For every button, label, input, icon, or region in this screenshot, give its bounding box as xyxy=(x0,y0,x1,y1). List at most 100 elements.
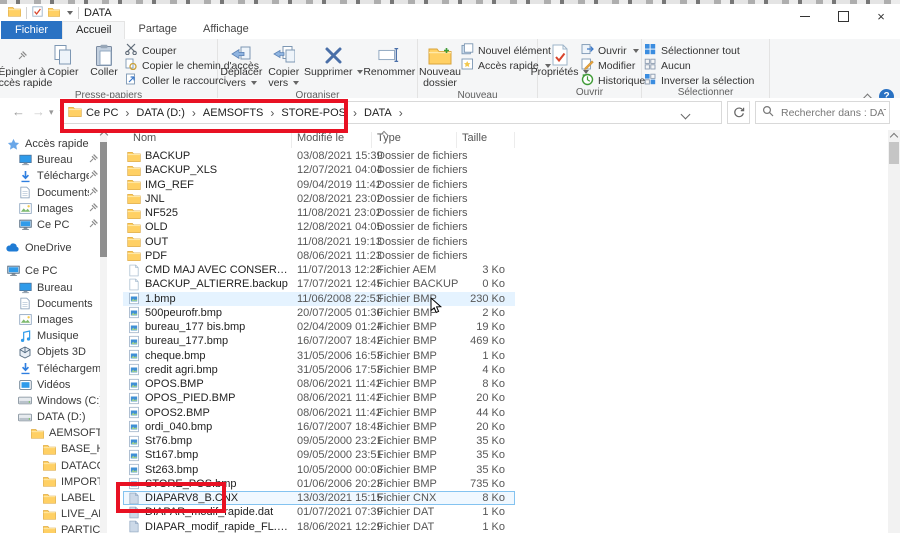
selectionner-tout-button[interactable]: Sélectionner tout xyxy=(644,44,754,57)
sidebar-item-particulari[interactable]: PARTICULARI xyxy=(0,522,100,533)
selectnone-icon xyxy=(644,58,657,73)
table-row[interactable]: BACKUP_ALTIERRE.backup 17/07/2021 12:45 … xyxy=(123,277,515,291)
column-header-nom[interactable]: Nom xyxy=(133,132,156,144)
new-folder-icon[interactable] xyxy=(48,7,60,20)
filelist-scrollbar-thumb[interactable] xyxy=(889,142,899,164)
table-row[interactable]: bureau_177 bis.bmp 02/04/2009 01:24 Fich… xyxy=(123,320,515,334)
copier-vers-button[interactable]: Copiervers xyxy=(264,42,304,90)
column-header-modifie[interactable]: Modifié le xyxy=(297,132,344,144)
table-row[interactable]: JNL 02/08/2021 23:02 Dossier de fichiers xyxy=(123,192,515,206)
file-size: 8 Ko xyxy=(457,492,507,504)
sidebar-item-musique[interactable]: Musique xyxy=(0,328,100,344)
table-row[interactable]: OPOS2.BMP 08/06/2021 11:42 Fichier BMP 4… xyxy=(123,406,515,420)
sidebar-item-documents[interactable]: Documents xyxy=(0,296,100,312)
file-name: 500peurofr.bmp xyxy=(145,307,297,319)
back-button[interactable]: ← xyxy=(12,104,25,119)
chevron-down-icon[interactable] xyxy=(67,11,73,15)
refresh-button[interactable] xyxy=(727,101,750,124)
tab-affichage[interactable]: Affichage xyxy=(190,21,262,39)
search-input[interactable] xyxy=(779,106,888,120)
sidebar-item-images[interactable]: Images xyxy=(0,201,100,217)
sidebar-scrollbar-thumb[interactable] xyxy=(100,142,107,257)
table-row[interactable]: OPOS_PIED.BMP 08/06/2021 11:42 Fichier B… xyxy=(123,391,515,405)
sidebar-item-aemsofts[interactable]: AEMSOFTS xyxy=(0,425,100,441)
sidebar-item-data-d[interactable]: DATA (D:) xyxy=(0,409,100,425)
column-header-taille[interactable]: Taille xyxy=(462,132,487,144)
table-row[interactable]: PDF 08/06/2021 11:23 Dossier de fichiers xyxy=(123,249,515,263)
table-row[interactable]: 1.bmp 11/06/2008 22:53 Fichier BMP 230 K… xyxy=(123,292,515,306)
close-icon: × xyxy=(877,10,885,23)
moveto-icon xyxy=(230,43,252,67)
sidebar-item-ce-pc[interactable]: Ce PC xyxy=(0,217,100,233)
tab-accueil[interactable]: Accueil xyxy=(62,21,125,39)
forward-button[interactable]: → xyxy=(32,104,45,119)
sidebar-item-documents[interactable]: Documents xyxy=(0,185,100,201)
breadcrumb-data[interactable]: DATA xyxy=(360,107,396,119)
supprimer-button[interactable]: Supprimer xyxy=(305,42,363,79)
tab-partage[interactable]: Partage xyxy=(125,21,190,39)
bmp-icon xyxy=(123,349,145,362)
recent-locations-icon[interactable]: ▾ xyxy=(49,107,54,118)
nouveau-dossier-button[interactable]: Nouveaudossier xyxy=(420,42,460,90)
sidebar-item-onedrive[interactable]: OneDrive xyxy=(0,240,100,256)
bmp-icon xyxy=(123,406,145,419)
tab-fichier[interactable]: Fichier xyxy=(1,21,62,39)
sidebar-item-videos[interactable]: Vidéos xyxy=(0,377,100,393)
sidebar-item-windows-c[interactable]: Windows (C:) xyxy=(0,393,100,409)
table-row[interactable]: DIAPAR_modif_rapide_FL.dat 18/06/2021 12… xyxy=(123,520,515,534)
properties-check-icon[interactable] xyxy=(32,6,43,20)
table-row[interactable]: OUT 11/08/2021 19:13 Dossier de fichiers xyxy=(123,235,515,249)
renommer-button[interactable]: Renommer xyxy=(364,42,415,79)
sidebar-item-datacollec[interactable]: DATACOLLEC xyxy=(0,458,100,474)
sidebar-item-acces-rapide[interactable]: Accès rapide xyxy=(0,136,100,152)
table-row[interactable]: ordi_040.bmp 16/07/2007 18:43 Fichier BM… xyxy=(123,420,515,434)
table-row[interactable]: NF525 11/08/2021 23:02 Dossier de fichie… xyxy=(123,206,515,220)
sidebar-item-ce-pc[interactable]: Ce PC xyxy=(0,263,100,279)
table-row[interactable]: credit agri.bmp 31/05/2006 17:53 Fichier… xyxy=(123,363,515,377)
bmp-icon xyxy=(123,420,145,433)
table-row[interactable]: BACKUP_XLS 12/07/2021 04:04 Dossier de f… xyxy=(123,163,515,177)
table-row[interactable]: St167.bmp 09/05/2000 23:51 Fichier BMP 3… xyxy=(123,448,515,462)
rename-icon xyxy=(378,43,400,67)
sidebar-item-base-hf[interactable]: BASE_HF xyxy=(0,441,100,457)
table-row[interactable]: St263.bmp 10/05/2000 00:03 Fichier BMP 3… xyxy=(123,463,515,477)
table-row[interactable]: cheque.bmp 31/05/2006 16:53 Fichier BMP … xyxy=(123,349,515,363)
table-row[interactable]: IMG_REF 09/04/2019 11:42 Dossier de fich… xyxy=(123,178,515,192)
table-row[interactable]: OLD 12/08/2021 04:05 Dossier de fichiers xyxy=(123,220,515,234)
desktop-icon xyxy=(18,281,32,294)
sidebar-item-images[interactable]: Images xyxy=(0,312,100,328)
mouse-cursor xyxy=(430,297,442,314)
epingler-a-acces-rapide-button[interactable]: Épingler àAccès rapide xyxy=(2,42,42,90)
table-row[interactable]: OPOS.BMP 08/06/2021 11:42 Fichier BMP 8 … xyxy=(123,377,515,391)
scroll-up-icon[interactable] xyxy=(890,133,898,141)
search-box[interactable] xyxy=(755,101,890,124)
table-row[interactable]: St76.bmp 09/05/2000 23:21 Fichier BMP 35… xyxy=(123,434,515,448)
copier-button[interactable]: Copier xyxy=(43,42,83,79)
modifier-button[interactable]: Modifier xyxy=(581,59,645,72)
ouvrir-button[interactable]: Ouvrir xyxy=(581,44,645,57)
address-dropdown-icon[interactable] xyxy=(681,110,691,120)
inverser-la-selection-button[interactable]: Inverser la sélection xyxy=(644,74,754,87)
sidebar-item-telechargements[interactable]: Téléchargements xyxy=(0,360,100,376)
proprietes-button[interactable]: Propriétés xyxy=(540,42,580,79)
coller-button[interactable]: Coller xyxy=(84,42,124,79)
table-row[interactable]: BACKUP 03/08/2021 15:39 Dossier de fichi… xyxy=(123,149,515,163)
sidebar-item-label[interactable]: LABEL xyxy=(0,490,100,506)
aucun-button[interactable]: Aucun xyxy=(644,59,754,72)
table-row[interactable]: bureau_177.bmp 16/07/2007 18:42 Fichier … xyxy=(123,334,515,348)
sidebar-item-telechargeme[interactable]: Téléchargeme xyxy=(0,168,100,184)
file-modified: 01/06/2006 20:23 xyxy=(297,478,377,490)
sidebar-item-objets-3d[interactable]: Objets 3D xyxy=(0,344,100,360)
sidebar-item-importauto[interactable]: IMPORTAUTO xyxy=(0,474,100,490)
table-row[interactable]: 500peurofr.bmp 20/07/2005 01:30 Fichier … xyxy=(123,306,515,320)
filelist-scrollbar[interactable] xyxy=(888,130,900,533)
sidebar-scrollbar[interactable] xyxy=(100,130,107,533)
historique-button[interactable]: Historique xyxy=(581,74,645,87)
sidebar-item-bureau[interactable]: Bureau xyxy=(0,152,100,168)
file-name: bureau_177 bis.bmp xyxy=(145,321,297,333)
deplacer-vers-button[interactable]: Déplacervers xyxy=(220,42,263,90)
drive-icon xyxy=(18,411,32,424)
sidebar-item-live-aemsoi[interactable]: LIVE_AEMSOI xyxy=(0,506,100,522)
sidebar-item-bureau[interactable]: Bureau xyxy=(0,280,100,296)
table-row[interactable]: CMD MAJ AVEC CONSERVATION MARGE... 11/07… xyxy=(123,263,515,277)
